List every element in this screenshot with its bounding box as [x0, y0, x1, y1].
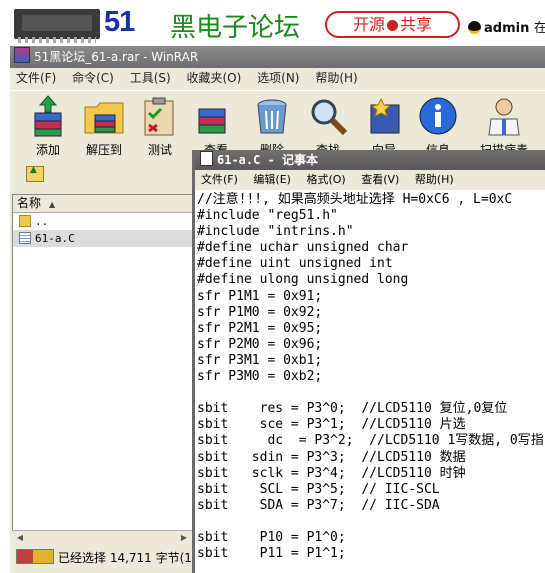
code-line: sbit sdin = P3^3; //LCD5110 数据 — [197, 449, 466, 465]
notepad-menubar: 文件(F) 编辑(E) 格式(O) 查看(V) 帮助(H) — [195, 170, 545, 190]
code-line: sbit res = P3^0; //LCD5110 复位,0复位 — [197, 401, 508, 417]
notepad-text-area[interactable]: //注意!!!, 如果高频头地址选择 H=0xC6 , L=0xC #includ… — [197, 192, 545, 572]
logo-number: 51 — [104, 6, 135, 38]
column-header-name[interactable]: 名称 ▲ — [13, 195, 193, 213]
test-button[interactable]: 测试 — [134, 93, 186, 159]
sort-ascending-icon: ▲ — [49, 200, 56, 209]
menu-help[interactable]: 帮助(H) — [315, 71, 357, 85]
notepad-title: 61-a.C - 记事本 — [217, 153, 319, 167]
keys-icon — [16, 549, 54, 564]
text-file-icon — [19, 232, 31, 244]
winrar-titlebar[interactable]: 51黑论坛_61-a.rar - WinRAR — [10, 46, 545, 68]
file-name: 61-a.C — [35, 232, 75, 245]
code-line: sbit SDA = P3^7; // IIC-SDA — [197, 497, 440, 513]
code-line: sfr P3M1 = 0xb1; — [197, 352, 323, 368]
winrar-toolbar: 添加 解压到 测试 查 — [10, 90, 545, 159]
scroll-left-icon[interactable]: ◀ — [14, 532, 26, 544]
virus-scan-doctor-icon — [488, 98, 520, 136]
code-line: sfr P3M0 = 0xb2; — [197, 369, 323, 385]
folder-up-icon[interactable] — [26, 165, 44, 182]
np-menu-edit[interactable]: 编辑(E) — [253, 173, 291, 186]
user-info[interactable]: admin 在线 — [468, 17, 545, 36]
add-label: 添加 — [35, 143, 60, 157]
code-line: #define ulong unsigned long — [197, 272, 409, 288]
find-magnifier-icon — [311, 99, 348, 136]
np-menu-help[interactable]: 帮助(H) — [415, 173, 454, 186]
menu-file[interactable]: 文件(F) — [16, 71, 56, 85]
np-menu-file[interactable]: 文件(F) — [201, 173, 238, 186]
code-line: #include "intrins.h" — [197, 224, 354, 240]
scroll-right-icon[interactable]: ▶ — [178, 532, 190, 544]
extract-label: 解压到 — [85, 143, 122, 157]
code-line: //注意!!!, 如果高频头地址选择 H=0xC6 , L=0xC — [197, 192, 513, 207]
extract-folder-icon — [84, 102, 124, 134]
view-books-icon — [198, 108, 226, 134]
code-line: sbit SCL = P3^5; // IIC-SCL — [197, 481, 440, 497]
list-item[interactable]: .. — [13, 213, 193, 230]
np-menu-view[interactable]: 查看(V) — [361, 173, 399, 186]
code-line: #define uint unsigned int — [197, 256, 393, 272]
notepad-app-icon — [200, 151, 213, 166]
info-icon — [419, 97, 457, 135]
menu-tools[interactable]: 工具(S) — [130, 71, 171, 85]
extract-button[interactable]: 解压到 — [78, 93, 130, 159]
menu-favorites[interactable]: 收藏夹(O) — [187, 71, 242, 85]
chip-logo-icon — [14, 9, 100, 43]
code-line: sbit dc = P3^2; //LCD5110 1写数据, 0写指 — [197, 433, 544, 449]
code-line: #include "reg51.h" — [197, 208, 338, 224]
logo-name: 黑电子论坛 — [170, 13, 301, 43]
username: admin — [484, 21, 530, 36]
code-line: sbit P11 = P1^1; — [197, 546, 346, 562]
share-dot-icon — [387, 20, 398, 31]
code-line: sfr P1M0 = 0x92; — [197, 304, 323, 320]
file-list-scrollbar[interactable]: ◀ ▶ — [12, 530, 192, 545]
share-left-text: 开源 — [352, 15, 385, 34]
code-line: sbit sce = P3^1; //LCD5110 片选 — [197, 417, 466, 433]
status-text: 已经选择 14,711 字节(1 — [58, 551, 192, 565]
column-name-label: 名称 — [17, 196, 42, 210]
code-line: #define uchar unsigned char — [197, 240, 409, 256]
qq-penguin-icon — [468, 21, 481, 34]
file-list: 名称 ▲ .. 61-a.C — [12, 194, 194, 544]
menu-commands[interactable]: 命令(C) — [72, 71, 114, 85]
code-line: sbit sclk = P3^4; //LCD5110 时钟 — [197, 465, 466, 481]
code-line: sfr P2M0 = 0x96; — [197, 336, 323, 352]
code-line: sbit P10 = P1^0; — [197, 529, 346, 545]
menu-options[interactable]: 选项(N) — [257, 71, 299, 85]
file-name: .. — [35, 215, 49, 228]
notepad-window: 61-a.C - 记事本 文件(F) 编辑(E) 格式(O) 查看(V) 帮助(… — [192, 150, 545, 573]
forum-banner: 51 黑电子论坛 开源共享 admin 在线 — [0, 0, 545, 46]
delete-bin-icon — [257, 99, 287, 134]
add-books-icon — [34, 95, 62, 137]
test-clipboard-icon — [144, 97, 174, 136]
winrar-menubar: 文件(F) 命令(C) 工具(S) 收藏夹(O) 选项(N) 帮助(H) — [10, 68, 545, 88]
user-status: 在线 — [533, 21, 545, 36]
code-line: sfr P1M1 = 0x91; — [197, 288, 323, 304]
notepad-titlebar[interactable]: 61-a.C - 记事本 — [195, 150, 545, 170]
folder-icon — [19, 215, 31, 227]
add-button[interactable]: 添加 — [22, 93, 74, 159]
winrar-title: 51黑论坛_61-a.rar - WinRAR — [34, 50, 199, 64]
list-item[interactable]: 61-a.C — [13, 230, 193, 247]
code-line: sfr P2M1 = 0x95; — [197, 320, 323, 336]
wizard-icon — [370, 97, 400, 134]
winrar-app-icon — [14, 47, 30, 63]
share-badge[interactable]: 开源 共享 — [325, 11, 460, 38]
test-label: 测试 — [147, 143, 172, 157]
np-menu-format[interactable]: 格式(O) — [306, 173, 345, 186]
share-right-text: 共享 — [400, 15, 433, 34]
